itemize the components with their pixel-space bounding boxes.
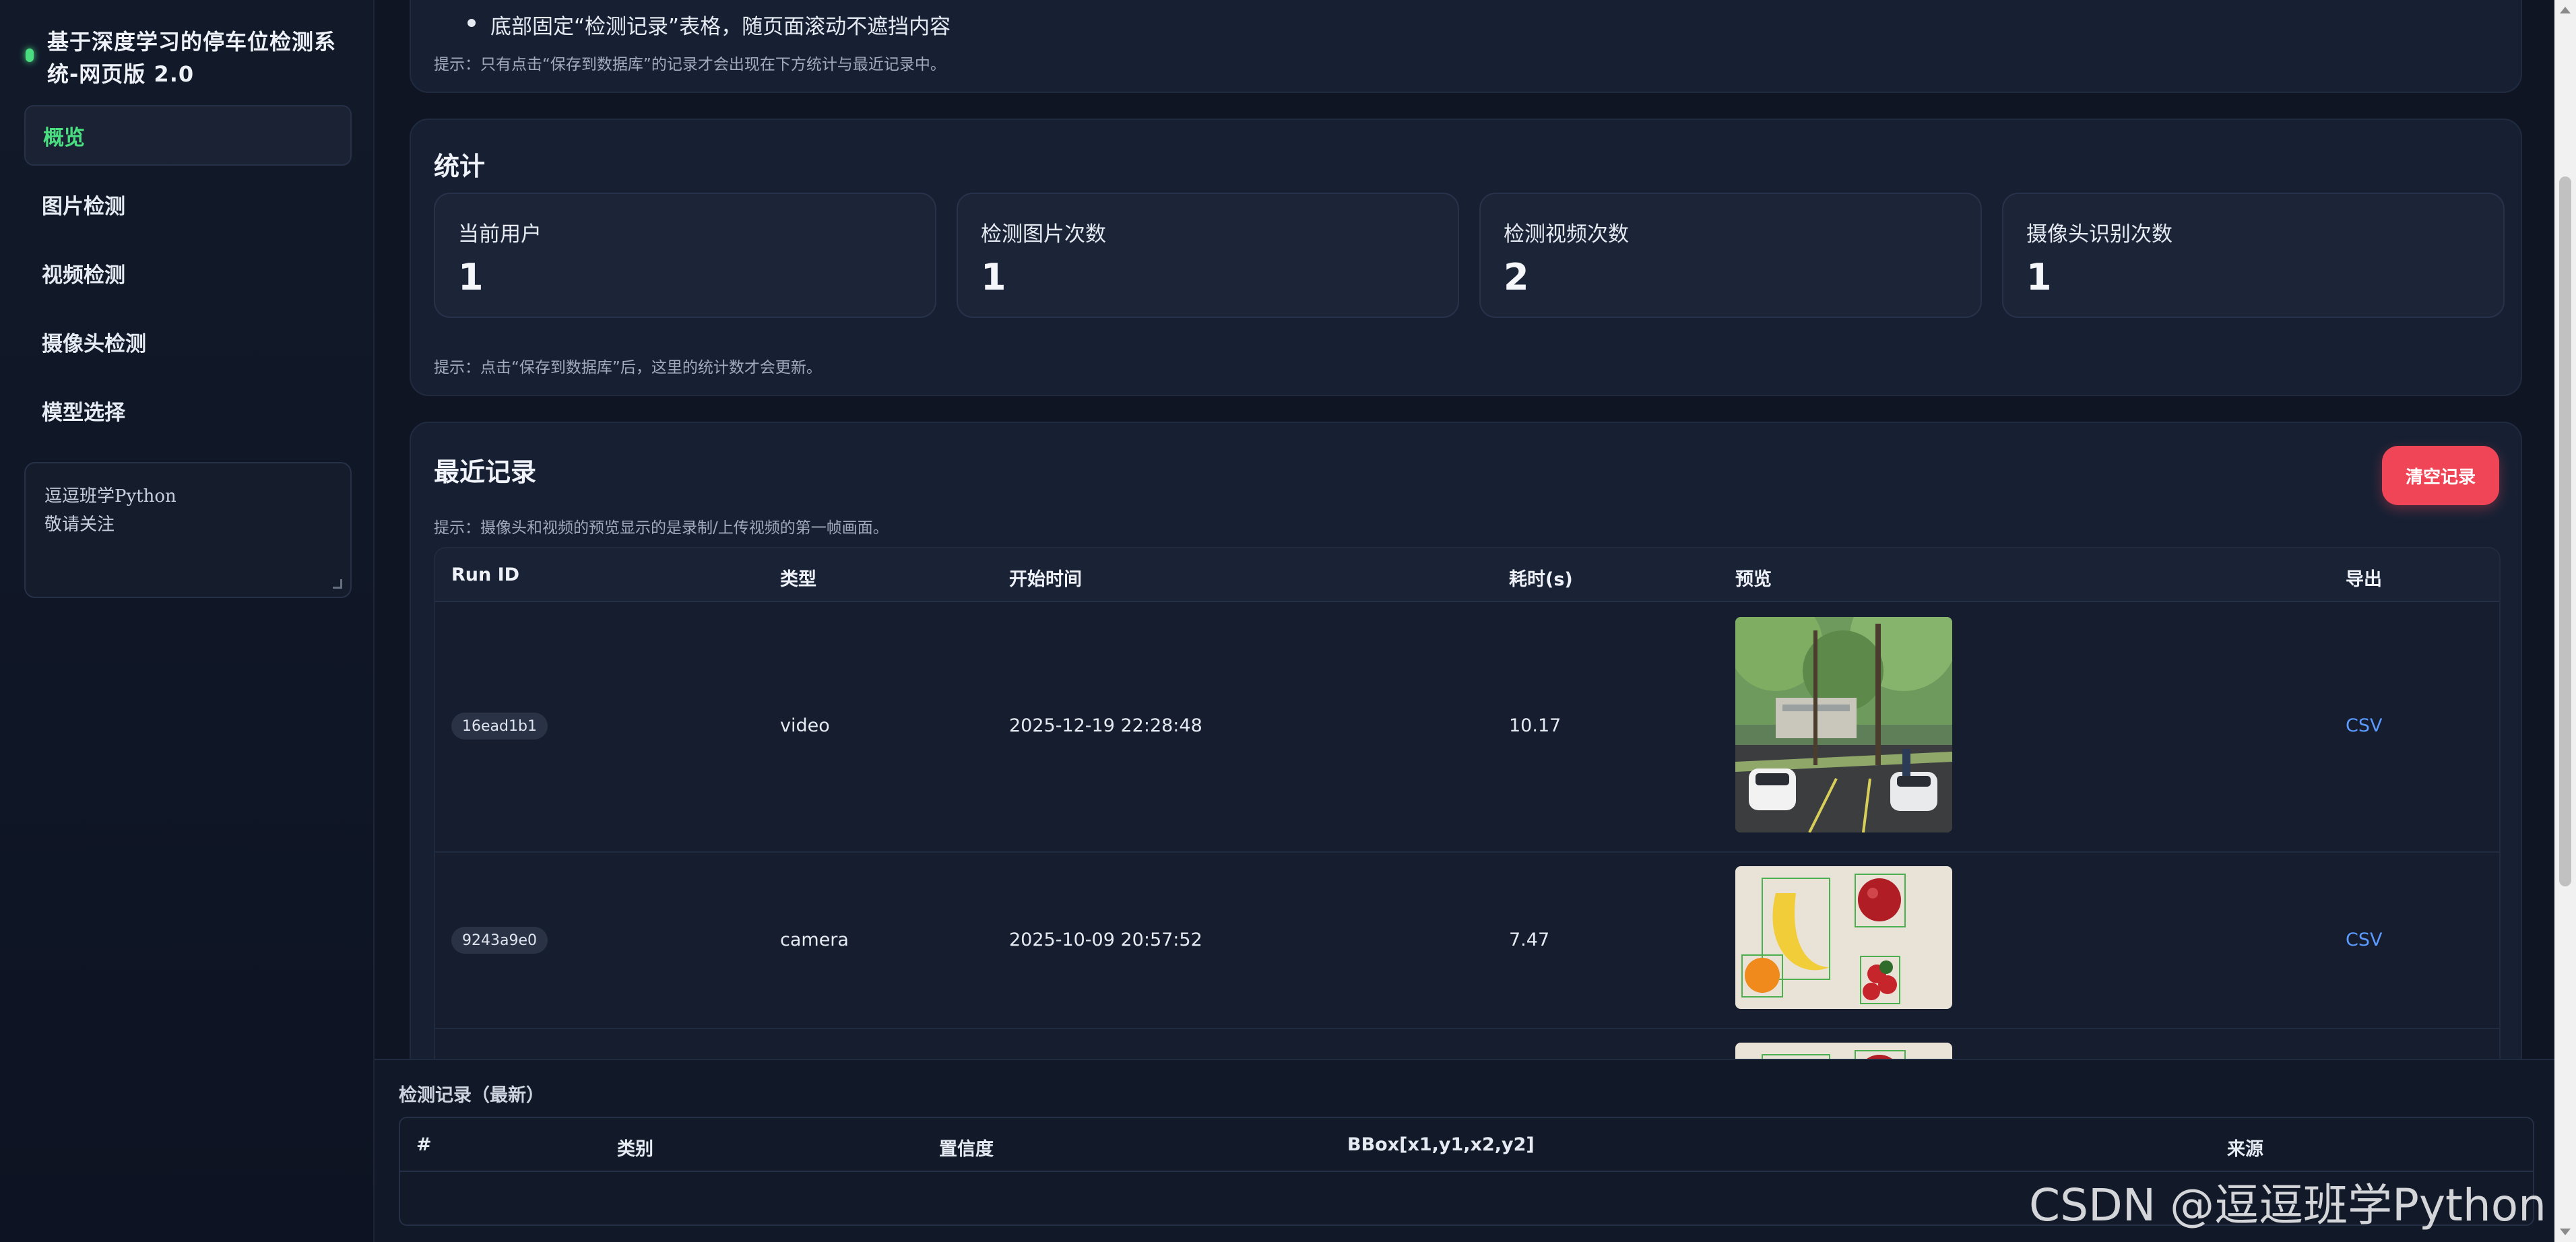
table-row: 16ead1b1 video 2025-12-19 22:28:48 10.17 [435, 602, 2499, 853]
parking-scene-image [1735, 617, 1952, 832]
table-header: # 类别 置信度 BBox[x1,y1,x2,y2] 来源 [400, 1118, 2533, 1172]
sidebar-item-camera-detect[interactable]: 摄像头检测 [24, 311, 352, 372]
stat-label: 摄像头识别次数 [2026, 222, 2172, 247]
sidebar-notes-text: 逗逗班学Python 敬请关注 [44, 486, 176, 535]
watermark: CSDN @逗逗班学Python [2029, 1179, 2546, 1231]
page-scrollbar[interactable] [2554, 0, 2576, 1242]
stat-value: 1 [981, 256, 1006, 298]
sidebar-item-video-detect[interactable]: 视频检测 [24, 242, 352, 303]
app-title: 基于深度学习的停车位检测系统-网页版 2.0 [47, 29, 337, 87]
stat-image-count: 检测图片次数 1 [957, 193, 1459, 318]
export-csv-link[interactable]: CSV [2346, 929, 2382, 950]
row-type: camera [780, 929, 849, 950]
sidebar-item-overview[interactable]: 概览 [24, 105, 352, 166]
stats-card: 统计 当前用户 1 检测图片次数 1 检测视频次数 2 摄像头识别次数 1 提示… [410, 119, 2522, 396]
intro-bullet: 底部固定“检测记录”表格，随页面滚动不遮挡内容 [467, 9, 951, 40]
status-dot-icon [26, 48, 34, 62]
preview-thumbnail-fruit[interactable] [1735, 866, 1952, 1009]
run-id-badge: 9243a9e0 [451, 927, 548, 954]
column-header: 耗时(s) [1509, 569, 1573, 590]
fruit-scene-image [1735, 866, 1952, 1009]
stat-label: 检测图片次数 [981, 222, 1106, 247]
scroll-up-icon[interactable] [2560, 7, 2571, 13]
recent-hint: 提示：摄像头和视频的预览显示的是录制/上传视频的第一帧画面。 [434, 519, 889, 537]
sidebar: 基于深度学习的停车位检测系统-网页版 2.0 概览 图片检测 视频检测 摄像头检… [0, 0, 375, 1242]
column-header: Run ID [451, 564, 520, 585]
intro-hint: 提示：只有点击“保存到数据库”的记录才会出现在下方统计与最近记录中。 [434, 56, 946, 73]
column-header: # [416, 1134, 432, 1155]
column-header: 类别 [617, 1139, 653, 1160]
column-header: 置信度 [939, 1139, 994, 1160]
column-header: 开始时间 [1009, 569, 1082, 590]
sidebar-item-model-select[interactable]: 模型选择 [24, 380, 352, 440]
brand: 基于深度学习的停车位检测系统-网页版 2.0 [26, 26, 349, 90]
stat-label: 当前用户 [458, 222, 542, 247]
row-start-time: 2025-12-19 22:28:48 [1009, 715, 1202, 736]
stat-label: 检测视频次数 [1504, 222, 1629, 247]
row-duration: 10.17 [1509, 715, 1561, 736]
app-root: 基于深度学习的停车位检测系统-网页版 2.0 概览 图片检测 视频检测 摄像头检… [0, 0, 2576, 1242]
sidebar-nav: 概览 图片检测 视频检测 摄像头检测 模型选择 [24, 105, 352, 449]
stats-hint: 提示：点击“保存到数据库”后，这里的统计数才会更新。 [434, 359, 822, 377]
main-content: 底部固定“检测记录”表格，随页面滚动不遮挡内容 提示：只有点击“保存到数据库”的… [375, 0, 2554, 1242]
recent-title: 最近记录 [434, 457, 537, 487]
column-header: 导出 [2346, 569, 2382, 590]
export-csv-link[interactable]: CSV [2346, 715, 2382, 736]
column-header: 预览 [1735, 569, 1772, 590]
scroll-down-icon[interactable] [2560, 1229, 2571, 1235]
scroll-thumb[interactable] [2559, 176, 2571, 886]
intro-card: 底部固定“检测记录”表格，随页面滚动不遮挡内容 提示：只有点击“保存到数据库”的… [410, 0, 2522, 93]
table-header: Run ID 类型 开始时间 耗时(s) 预览 导出 [435, 548, 2499, 602]
stat-value: 2 [1504, 256, 1529, 298]
column-header: BBox[x1,y1,x2,y2] [1347, 1134, 1535, 1155]
stats-title: 统计 [434, 152, 486, 181]
column-header: 来源 [2227, 1139, 2263, 1160]
clear-records-button[interactable]: 清空记录 [2382, 446, 2499, 505]
stat-value: 1 [2026, 256, 2052, 298]
detection-records-title: 检测记录（最新） [399, 1085, 544, 1106]
stat-camera-count: 摄像头识别次数 1 [2002, 193, 2505, 318]
sidebar-item-image-detect[interactable]: 图片检测 [24, 174, 352, 234]
preview-thumbnail-parking[interactable] [1735, 617, 1952, 832]
run-id-badge: 16ead1b1 [451, 713, 548, 740]
sidebar-notes-textarea[interactable]: 逗逗班学Python 敬请关注 [24, 462, 352, 598]
stat-current-user: 当前用户 1 [434, 193, 936, 318]
resize-grip-icon[interactable] [333, 579, 342, 589]
table-row: 9243a9e0 camera 2025-10-09 20:57:52 7.47 [435, 853, 2499, 1029]
row-start-time: 2025-10-09 20:57:52 [1009, 929, 1202, 950]
row-type: video [780, 715, 830, 736]
stat-value: 1 [458, 256, 484, 298]
row-duration: 7.47 [1509, 929, 1550, 950]
column-header: 类型 [780, 569, 816, 590]
stat-video-count: 检测视频次数 2 [1479, 193, 1982, 318]
